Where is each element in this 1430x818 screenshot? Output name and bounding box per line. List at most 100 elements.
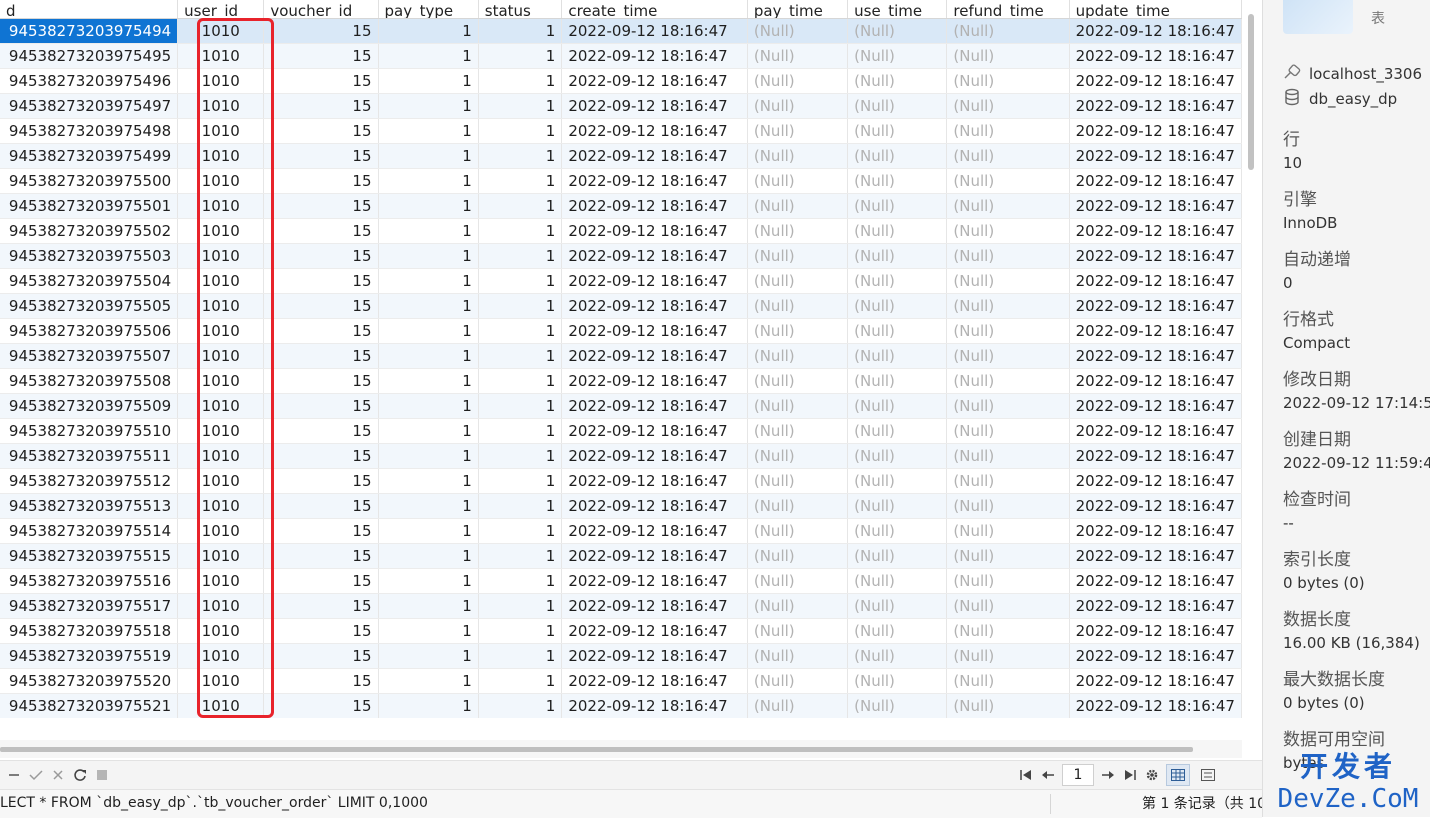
table-row[interactable]: 94538273203975506 1010 15 1 1 2022-09-12 18:1… [0,318,1242,344]
cell-refund_time[interactable]: (Null) [946,393,1070,419]
cell-status[interactable]: 1 [478,143,563,169]
cell-create_time[interactable]: 2022-09-12 18:16:47 [561,68,748,94]
cell-refund_time[interactable]: (Null) [946,693,1070,718]
cell-refund_time[interactable]: (Null) [946,668,1070,694]
cell-pay_type[interactable]: 1 [378,668,479,694]
cell-d[interactable]: 94538273203975517 [0,593,179,619]
cell-pay_time[interactable]: (Null) [747,168,849,194]
table-row[interactable]: 94538273203975497 1010 15 1 1 2022-09-12 18:1… [0,93,1242,119]
cell-use_time[interactable]: (Null) [847,568,948,594]
cell-create_time[interactable]: 2022-09-12 18:16:47 [561,93,748,119]
cell-create_time[interactable]: 2022-09-12 18:16:47 [561,568,748,594]
cell-update_time[interactable]: 2022-09-12 18:16:47 [1069,68,1242,94]
close-icon[interactable] [50,765,66,785]
cell-pay_time[interactable]: (Null) [747,518,849,544]
cell-pay_time[interactable]: (Null) [747,93,849,119]
cell-pay_time[interactable]: (Null) [747,68,849,94]
cell-update_time[interactable]: 2022-09-12 18:16:47 [1069,218,1242,244]
cell-use_time[interactable]: (Null) [847,518,948,544]
cell-voucher_id[interactable]: 15 [263,393,379,419]
cell-status[interactable]: 1 [478,518,563,544]
cell-voucher_id[interactable]: 15 [263,643,379,669]
cell-create_time[interactable]: 2022-09-12 18:16:47 [561,618,748,644]
cell-d[interactable]: 94538273203975497 [0,93,179,119]
cell-use_time[interactable]: (Null) [847,218,948,244]
cell-pay_type[interactable]: 1 [378,243,479,269]
table-row[interactable]: 94538273203975496 1010 15 1 1 2022-09-12 18:1… [0,68,1242,94]
table-row[interactable]: 94538273203975519 1010 15 1 1 2022-09-12 18:1… [0,643,1242,669]
cell-status[interactable]: 1 [478,193,563,219]
cell-update_time[interactable]: 2022-09-12 18:16:47 [1069,168,1242,194]
cell-create_time[interactable]: 2022-09-12 18:16:47 [561,318,748,344]
cell-d[interactable]: 94538273203975494 [0,18,179,44]
cell-voucher_id[interactable]: 15 [263,193,379,219]
cell-status[interactable]: 1 [478,568,563,594]
cell-pay_type[interactable]: 1 [378,543,479,569]
cell-update_time[interactable]: 2022-09-12 18:16:47 [1069,343,1242,369]
cell-pay_type[interactable]: 1 [378,368,479,394]
minus-icon[interactable] [6,765,22,785]
cell-use_time[interactable]: (Null) [847,93,948,119]
cell-use_time[interactable]: (Null) [847,243,948,269]
cell-voucher_id[interactable]: 15 [263,518,379,544]
cell-status[interactable]: 1 [478,368,563,394]
cell-voucher_id[interactable]: 15 [263,18,379,44]
cell-refund_time[interactable]: (Null) [946,143,1070,169]
cell-voucher_id[interactable]: 15 [263,168,379,194]
cell-pay_type[interactable]: 1 [378,393,479,419]
cell-create_time[interactable]: 2022-09-12 18:16:47 [561,293,748,319]
cell-voucher_id[interactable]: 15 [263,243,379,269]
cell-create_time[interactable]: 2022-09-12 18:16:47 [561,368,748,394]
cell-voucher_id[interactable]: 15 [263,568,379,594]
cell-pay_type[interactable]: 1 [378,443,479,469]
cell-d[interactable]: 94538273203975499 [0,143,179,169]
cell-d[interactable]: 94538273203975507 [0,343,179,369]
cell-create_time[interactable]: 2022-09-12 18:16:47 [561,543,748,569]
cell-d[interactable]: 94538273203975518 [0,618,179,644]
column-header-2[interactable]: voucher_id [263,0,379,19]
column-header-0[interactable]: d [0,0,179,19]
column-header-1[interactable]: user_id [177,0,265,19]
first-page-icon[interactable] [1018,765,1034,785]
cell-create_time[interactable]: 2022-09-12 18:16:47 [561,393,748,419]
cell-use_time[interactable]: (Null) [847,318,948,344]
cell-create_time[interactable]: 2022-09-12 18:16:47 [561,118,748,144]
cell-d[interactable]: 94538273203975505 [0,293,179,319]
cell-update_time[interactable]: 2022-09-12 18:16:47 [1069,643,1242,669]
cell-pay_time[interactable]: (Null) [747,243,849,269]
cell-create_time[interactable]: 2022-09-12 18:16:47 [561,693,748,718]
table-row[interactable]: 94538273203975509 1010 15 1 1 2022-09-12 18:1… [0,393,1242,419]
cell-create_time[interactable]: 2022-09-12 18:16:47 [561,493,748,519]
cell-status[interactable]: 1 [478,68,563,94]
cell-voucher_id[interactable]: 15 [263,468,379,494]
cell-update_time[interactable]: 2022-09-12 18:16:47 [1069,243,1242,269]
cell-use_time[interactable]: (Null) [847,193,948,219]
cell-d[interactable]: 94538273203975503 [0,243,179,269]
cell-use_time[interactable]: (Null) [847,543,948,569]
cell-refund_time[interactable]: (Null) [946,268,1070,294]
cell-create_time[interactable]: 2022-09-12 18:16:47 [561,418,748,444]
cell-status[interactable]: 1 [478,93,563,119]
cell-status[interactable]: 1 [478,543,563,569]
cell-pay_time[interactable]: (Null) [747,618,849,644]
column-header-7[interactable]: use_time [847,0,948,19]
form-view-icon[interactable] [1196,764,1220,786]
cell-status[interactable]: 1 [478,668,563,694]
cell-pay_type[interactable]: 1 [378,693,479,718]
cell-update_time[interactable]: 2022-09-12 18:16:47 [1069,193,1242,219]
cell-use_time[interactable]: (Null) [847,268,948,294]
cell-pay_time[interactable]: (Null) [747,668,849,694]
cell-voucher_id[interactable]: 15 [263,693,379,718]
cell-pay_type[interactable]: 1 [378,193,479,219]
cell-status[interactable]: 1 [478,268,563,294]
table-row[interactable]: 94538273203975505 1010 15 1 1 2022-09-12 18:1… [0,293,1242,319]
cell-create_time[interactable]: 2022-09-12 18:16:47 [561,193,748,219]
cell-update_time[interactable]: 2022-09-12 18:16:47 [1069,468,1242,494]
cell-refund_time[interactable]: (Null) [946,368,1070,394]
cell-refund_time[interactable]: (Null) [946,443,1070,469]
cell-update_time[interactable]: 2022-09-12 18:16:47 [1069,418,1242,444]
cell-pay_time[interactable]: (Null) [747,593,849,619]
cell-d[interactable]: 94538273203975509 [0,393,179,419]
cell-d[interactable]: 94538273203975501 [0,193,179,219]
cell-status[interactable]: 1 [478,693,563,718]
